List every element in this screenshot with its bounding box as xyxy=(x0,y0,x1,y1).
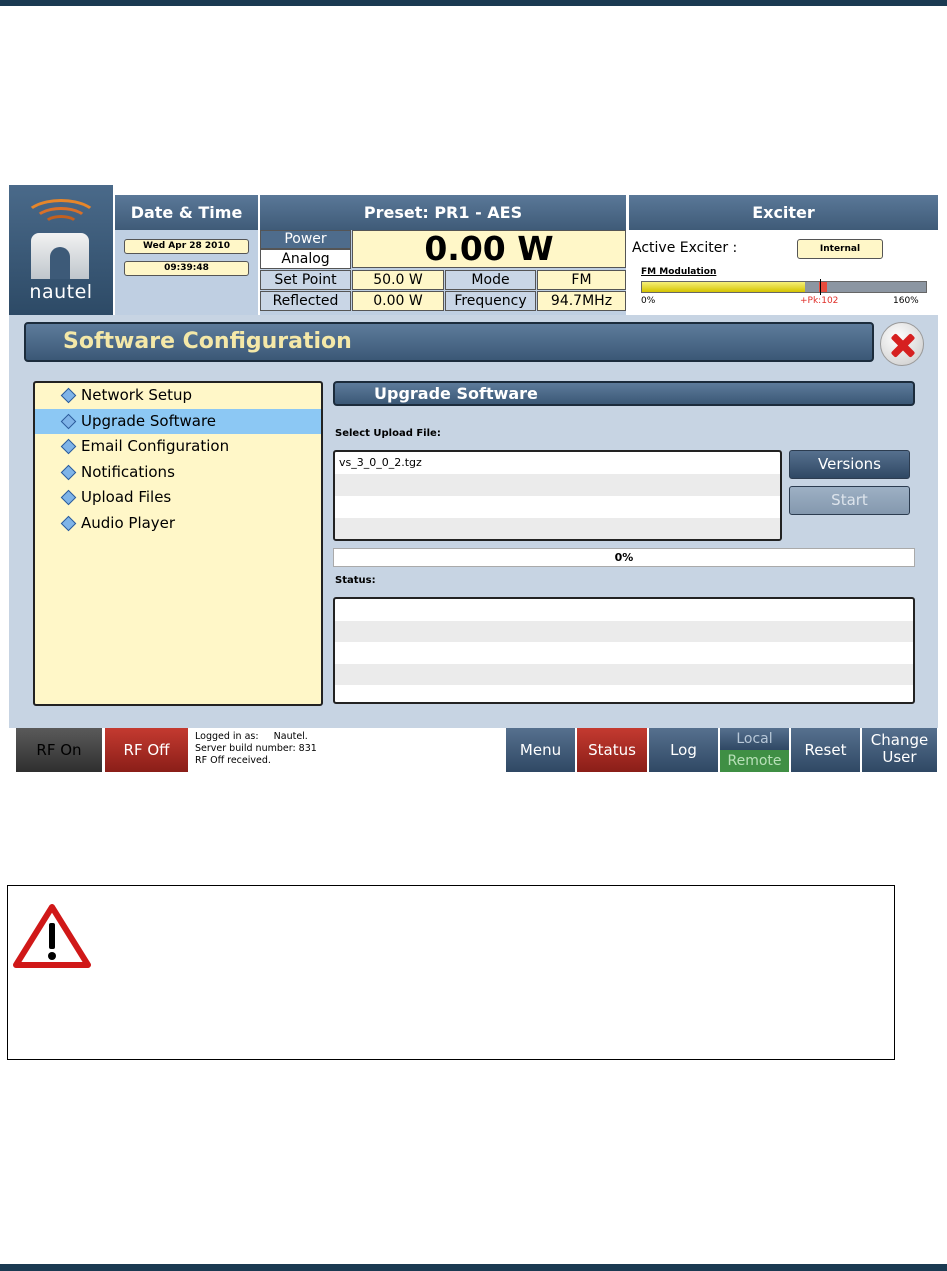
rf-on-button[interactable]: RF On xyxy=(16,728,103,772)
message-line: Server build number: 831 xyxy=(195,743,317,754)
forward-power-value: 0.00 W xyxy=(352,230,626,268)
main-content: Software Configuration Network Setup Upg… xyxy=(16,315,931,728)
preset-title: Preset: PR1 - AES xyxy=(260,195,626,230)
start-button[interactable]: Start xyxy=(789,486,910,515)
menu-item-network-setup[interactable]: Network Setup xyxy=(35,383,321,409)
nautel-mark-icon xyxy=(31,233,89,279)
menu-item-label: Audio Player xyxy=(81,513,176,532)
local-option[interactable]: Local xyxy=(720,728,789,750)
upload-file-list[interactable]: vs_3_0_0_2.tgz xyxy=(333,450,782,541)
control-footer: RF On RF Off Logged in as: Nautel. Serve… xyxy=(9,728,938,772)
diamond-icon xyxy=(60,489,77,506)
power-label: Power xyxy=(260,230,351,249)
status-button[interactable]: Status xyxy=(577,728,648,772)
diamond-icon xyxy=(60,464,77,480)
active-exciter-value: Internal xyxy=(797,239,883,259)
analog-label: Analog xyxy=(260,249,351,269)
menu-item-upload-files[interactable]: Upload Files xyxy=(35,485,321,511)
file-row[interactable]: vs_3_0_0_2.tgz xyxy=(335,452,780,474)
menu-item-email-configuration[interactable]: Email Configuration xyxy=(35,434,321,460)
status-row xyxy=(335,663,913,685)
rf-off-button[interactable]: RF Off xyxy=(105,728,189,772)
fm-scale-peak: +Pk:102 xyxy=(800,296,839,306)
versions-button[interactable]: Versions xyxy=(789,450,910,479)
logo-name: nautel xyxy=(29,281,93,303)
mode-value: FM xyxy=(537,270,626,290)
exciter-panel: Exciter Active Exciter : Internal FM Mod… xyxy=(629,195,938,315)
change-user-label: User xyxy=(882,748,917,766)
select-upload-file-label: Select Upload File: xyxy=(335,428,441,439)
status-header: nautel Date & Time Wed Apr 28 2010 09:39… xyxy=(9,185,938,315)
document-page: nautel Date & Time Wed Apr 28 2010 09:39… xyxy=(0,0,947,1271)
fm-modulation-label: FM Modulation xyxy=(641,267,717,277)
date-display: Wed Apr 28 2010 xyxy=(124,239,249,254)
menu-item-label: Notifications xyxy=(81,462,175,481)
bottom-rule xyxy=(0,1264,947,1271)
change-user-button[interactable]: Change User xyxy=(862,728,938,772)
fm-limit-tick xyxy=(820,279,821,295)
message-line: RF Off received. xyxy=(195,755,271,766)
status-log xyxy=(333,597,915,704)
menu-item-audio-player[interactable]: Audio Player xyxy=(35,511,321,537)
fm-scale-min: 0% xyxy=(641,296,656,306)
upgrade-progress-bar: 0% xyxy=(333,548,915,567)
local-remote-toggle[interactable]: Local Remote xyxy=(720,728,790,772)
file-row[interactable] xyxy=(335,518,780,539)
active-exciter-label: Active Exciter : xyxy=(632,240,738,256)
exciter-title: Exciter xyxy=(629,195,938,230)
warning-box xyxy=(7,885,895,1060)
fm-scale-max: 160% xyxy=(893,296,919,306)
page-title: Software Configuration xyxy=(24,322,874,362)
menu-item-label: Network Setup xyxy=(81,386,193,404)
setpoint-value: 50.0 W xyxy=(352,270,444,290)
mode-label: Mode xyxy=(445,270,536,290)
frequency-label: Frequency xyxy=(445,291,536,311)
config-menu: Network Setup Upgrade Software Email Con… xyxy=(33,381,323,706)
transmitter-screen: nautel Date & Time Wed Apr 28 2010 09:39… xyxy=(9,185,938,772)
fm-modulation-fill xyxy=(642,282,805,292)
file-row[interactable] xyxy=(335,474,780,496)
reflected-label: Reflected xyxy=(260,291,351,311)
menu-item-label: Upload Files xyxy=(81,488,172,506)
section-title: Upgrade Software xyxy=(333,381,915,406)
time-display: 09:39:48 xyxy=(124,261,249,276)
menu-item-label: Upgrade Software xyxy=(81,411,217,430)
signal-arc-icon xyxy=(43,215,79,235)
frequency-value: 94.7MHz xyxy=(537,291,626,311)
date-time-title: Date & Time xyxy=(115,195,258,230)
diamond-icon xyxy=(60,515,77,531)
log-button[interactable]: Log xyxy=(649,728,719,772)
reset-button[interactable]: Reset xyxy=(791,728,861,772)
date-time-panel: Date & Time Wed Apr 28 2010 09:39:48 xyxy=(115,195,258,315)
message-area: Logged in as: Nautel. Server build numbe… xyxy=(195,731,317,767)
status-row xyxy=(335,620,913,642)
close-button[interactable] xyxy=(880,322,924,366)
change-user-label: Change xyxy=(870,731,929,749)
warning-triangle-icon xyxy=(13,904,91,968)
setpoint-label: Set Point xyxy=(260,270,351,290)
menu-button[interactable]: Menu xyxy=(506,728,576,772)
status-row xyxy=(335,685,913,702)
message-line: Logged in as: Nautel. xyxy=(195,731,308,742)
status-row xyxy=(335,642,913,664)
status-row xyxy=(335,599,913,621)
fm-modulation-meter xyxy=(641,279,927,295)
diamond-icon xyxy=(60,413,77,429)
reflected-value: 0.00 W xyxy=(352,291,444,311)
top-rule xyxy=(0,0,947,6)
nautel-logo: nautel xyxy=(9,185,113,315)
status-label: Status: xyxy=(335,575,376,586)
diamond-icon xyxy=(60,438,77,455)
remote-option[interactable]: Remote xyxy=(720,750,789,772)
menu-item-notifications[interactable]: Notifications xyxy=(35,460,321,486)
file-row[interactable] xyxy=(335,496,780,518)
diamond-icon xyxy=(60,387,77,404)
menu-item-upgrade-software[interactable]: Upgrade Software xyxy=(35,408,321,434)
menu-item-label: Email Configuration xyxy=(81,437,230,455)
